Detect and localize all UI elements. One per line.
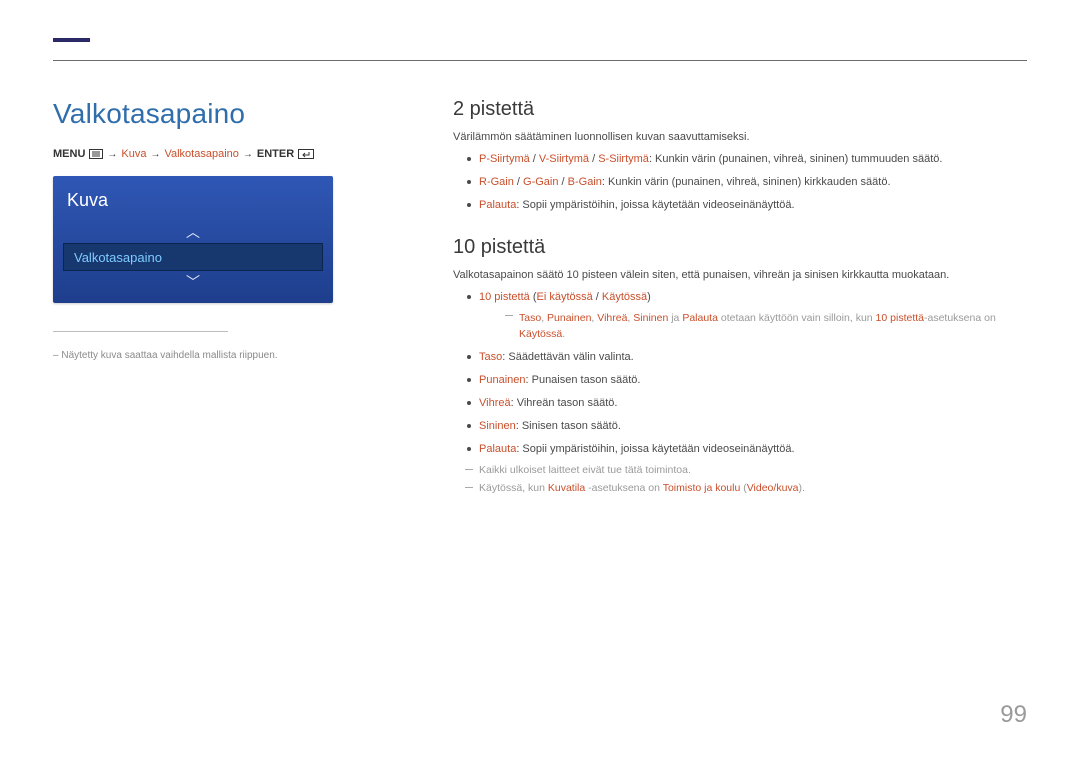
section-lead-2p: Värilämmön säätäminen luonnollisen kuvan… bbox=[453, 131, 1027, 143]
osd-menu-title: Kuva bbox=[53, 186, 333, 221]
breadcrumb: MENU → Kuva → Valkotasapaino → ENTER bbox=[53, 148, 393, 160]
enter-icon bbox=[298, 149, 314, 159]
breadcrumb-valkotasapaino: Valkotasapaino bbox=[164, 148, 238, 160]
arrow-icon: → bbox=[150, 149, 160, 160]
sub-note: Käytössä, kun Kuvatila -asetuksena on To… bbox=[465, 482, 1027, 494]
osd-down: ﹀ bbox=[53, 271, 333, 293]
list-item: Palauta: Sopii ympäristöihin, joissa käy… bbox=[467, 441, 1027, 458]
menu-icon bbox=[89, 149, 103, 159]
list-item: Punainen: Punaisen tason säätö. bbox=[467, 372, 1027, 389]
header-rule bbox=[53, 60, 1027, 61]
section-heading-10p: 10 pistettä bbox=[453, 236, 1027, 259]
osd-up: ︿ bbox=[53, 221, 333, 243]
list-item: P-Siirtymä / V-Siirtymä / S-Siirtymä: Ku… bbox=[467, 151, 1027, 168]
chevron-down-icon: ﹀ bbox=[186, 275, 200, 289]
left-column: Valkotasapaino MENU → Kuva → Valkotasapa… bbox=[53, 98, 393, 500]
list-item: 10 pistettä (Ei käytössä / Käytössä) Tas… bbox=[467, 289, 1027, 343]
breadcrumb-enter: ENTER bbox=[257, 148, 294, 160]
left-divider bbox=[53, 331, 228, 332]
header-accent bbox=[53, 38, 90, 42]
bullets-2p: P-Siirtymä / V-Siirtymä / S-Siirtymä: Ku… bbox=[467, 151, 1027, 214]
breadcrumb-kuva: Kuva bbox=[121, 148, 146, 160]
page-number: 99 bbox=[1000, 701, 1027, 729]
page-body: Valkotasapaino MENU → Kuva → Valkotasapa… bbox=[53, 98, 1027, 500]
chevron-up-icon: ︿ bbox=[186, 225, 200, 239]
arrow-icon: → bbox=[107, 149, 117, 160]
list-item: Vihreä: Vihreän tason säätö. bbox=[467, 395, 1027, 412]
list-item: Palauta: Sopii ympäristöihin, joissa käy… bbox=[467, 197, 1027, 214]
breadcrumb-menu: MENU bbox=[53, 148, 85, 160]
right-column: 2 pistettä Värilämmön säätäminen luonnol… bbox=[453, 98, 1027, 500]
section-heading-2p: 2 pistettä bbox=[453, 98, 1027, 121]
osd-selected-item: Valkotasapaino bbox=[63, 243, 323, 271]
arrow-icon: → bbox=[243, 149, 253, 160]
page-title: Valkotasapaino bbox=[53, 98, 393, 130]
sub-note: Kaikki ulkoiset laitteet eivät tue tätä … bbox=[465, 464, 1027, 476]
osd-menu-preview: Kuva ︿ Valkotasapaino ﹀ bbox=[53, 176, 333, 303]
bullets-10p: 10 pistettä (Ei käytössä / Käytössä) Tas… bbox=[467, 289, 1027, 458]
list-item: R-Gain / G-Gain / B-Gain: Kunkin värin (… bbox=[467, 174, 1027, 191]
list-item: Taso: Säädettävän välin valinta. bbox=[467, 349, 1027, 366]
section-lead-10p: Valkotasapainon säätö 10 pisteen välein … bbox=[453, 269, 1027, 281]
sub-note: Taso, Punainen, Vihreä, Sininen ja Palau… bbox=[505, 310, 1027, 343]
list-item: Sininen: Sinisen tason säätö. bbox=[467, 418, 1027, 435]
model-caption: – Näytetty kuva saattaa vaihdella mallis… bbox=[53, 350, 393, 361]
